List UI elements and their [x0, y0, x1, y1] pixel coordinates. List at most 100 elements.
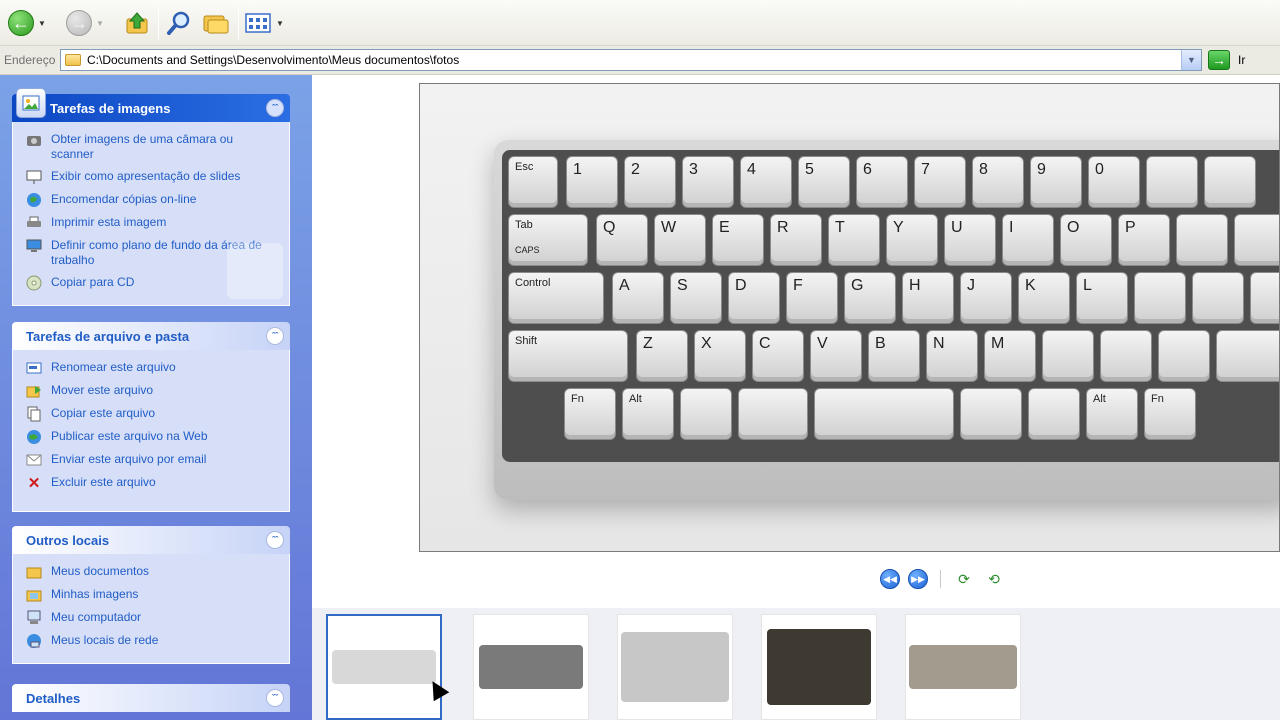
task-delete[interactable]: ✕ Excluir este arquivo [25, 475, 279, 492]
task-label: Copiar este arquivo [51, 406, 156, 420]
other-places-header[interactable]: Outros locais ˆˆ [12, 526, 290, 554]
next-image-button[interactable]: ▶▶ [908, 569, 928, 589]
key [1146, 156, 1198, 208]
key: Z [636, 330, 688, 382]
key: 3 [682, 156, 734, 208]
cd-icon [25, 275, 43, 291]
camera-icon [25, 132, 43, 148]
thumbnail[interactable] [617, 614, 733, 720]
thumbnail[interactable] [473, 614, 589, 720]
network-icon [25, 633, 43, 649]
rotate-counterclockwise-icon[interactable]: ⟲ [983, 570, 1005, 588]
key: Q [596, 214, 648, 266]
globe-icon [25, 192, 43, 208]
key: B [868, 330, 920, 382]
address-bar: Endereço C:\Documents and Settings\Desen… [0, 46, 1280, 75]
filmstrip [312, 608, 1280, 720]
computer-icon [25, 610, 43, 626]
key: W [654, 214, 706, 266]
rename-icon [25, 360, 43, 376]
pictures-folder-icon [25, 587, 43, 603]
go-arrow-icon: → [1208, 50, 1230, 70]
expand-icon[interactable]: ˇˇ [266, 689, 284, 707]
folder-icon [65, 54, 81, 66]
task-label: Mover este arquivo [51, 383, 154, 397]
key: C [752, 330, 804, 382]
delete-icon: ✕ [27, 475, 41, 492]
chevron-down-icon[interactable]: ▼ [38, 19, 46, 28]
thumbnail[interactable] [326, 614, 450, 720]
task-email[interactable]: Enviar este arquivo por email [25, 452, 279, 468]
key: J [960, 272, 1012, 324]
place-network[interactable]: Meus locais de rede [25, 633, 279, 649]
task-order-prints[interactable]: Encomendar cópias on-line [25, 192, 279, 208]
key: 4 [740, 156, 792, 208]
task-print-image[interactable]: Imprimir esta imagem [25, 215, 279, 231]
search-button[interactable] [164, 8, 194, 38]
file-tasks-header[interactable]: Tarefas de arquivo e pasta ˆˆ [12, 322, 290, 350]
key: 7 [914, 156, 966, 208]
thumbnail-image [479, 645, 583, 689]
thumbnail-image [621, 632, 729, 702]
key [1028, 388, 1080, 440]
key: H [902, 272, 954, 324]
up-folder-icon [126, 12, 148, 34]
details-panel: Detalhes ˇˇ [12, 684, 290, 712]
place-my-documents[interactable]: Meus documentos [25, 564, 279, 580]
image-preview[interactable]: Esc 1 2 3 4 5 6 7 8 9 0 Tab CAPS Q W E R … [419, 83, 1280, 552]
key [1158, 330, 1210, 382]
image-tasks-panel: Tarefas de imagens ˆˆ Obter imagens de u… [12, 88, 290, 306]
views-icon [245, 13, 271, 33]
key-shift: Shift [508, 330, 628, 382]
chevron-down-icon[interactable]: ▼ [276, 19, 284, 28]
up-button[interactable] [122, 8, 152, 38]
address-path[interactable]: C:\Documents and Settings\Desenvolviment… [87, 53, 459, 67]
go-button[interactable]: → Ir [1208, 50, 1245, 70]
task-label: Encomendar cópias on-line [51, 192, 197, 206]
task-get-pictures[interactable]: Obter imagens de uma câmara ou scanner [25, 132, 279, 162]
thumbnail[interactable] [761, 614, 877, 720]
back-button[interactable]: ← ▼ [8, 8, 46, 38]
task-slideshow[interactable]: Exibir como apresentação de slides [25, 169, 279, 185]
place-label: Meu computador [51, 610, 142, 624]
key: I [1002, 214, 1054, 266]
details-header[interactable]: Detalhes ˇˇ [12, 684, 290, 712]
toolbar-separator [158, 6, 159, 40]
forward-button[interactable]: → ▼ [66, 8, 104, 38]
collapse-icon[interactable]: ˆˆ [266, 531, 284, 549]
task-copy[interactable]: Copiar este arquivo [25, 406, 279, 422]
folders-button[interactable] [201, 8, 231, 38]
rotate-clockwise-icon[interactable]: ⟳ [953, 570, 975, 588]
task-pane: Tarefas de imagens ˆˆ Obter imagens de u… [0, 75, 312, 720]
image-tasks-header[interactable]: Tarefas de imagens ˆˆ [12, 88, 290, 122]
address-input[interactable]: C:\Documents and Settings\Desenvolviment… [60, 49, 1202, 71]
toolbar-separator [238, 6, 239, 40]
task-label: Obter imagens de uma câmara ou scanner [51, 132, 234, 161]
forward-arrow-icon: → [66, 10, 92, 36]
thumbnail[interactable] [905, 614, 1021, 720]
chevron-down-icon: ▼ [96, 18, 104, 28]
previous-image-button[interactable]: ◀◀ [880, 569, 900, 589]
chevron-down-icon[interactable]: ▼ [1181, 50, 1201, 70]
key: T [828, 214, 880, 266]
key: U [944, 214, 996, 266]
views-button[interactable]: ▼ [244, 8, 284, 38]
key: X [694, 330, 746, 382]
task-rename[interactable]: Renomear este arquivo [25, 360, 279, 376]
toolbar: ← ▼ → ▼ ▼ [0, 0, 1280, 46]
collapse-icon[interactable]: ˆˆ [266, 327, 284, 345]
place-my-computer[interactable]: Meu computador [25, 610, 279, 626]
task-publish-web[interactable]: Publicar este arquivo na Web [25, 429, 279, 445]
key-alt: Alt [1086, 388, 1138, 440]
details-title: Detalhes [26, 690, 81, 706]
collapse-icon[interactable]: ˆˆ [266, 99, 284, 117]
thumbnail-image [332, 650, 436, 684]
publish-icon [25, 429, 43, 445]
key [1042, 330, 1094, 382]
key [1234, 214, 1279, 266]
email-icon [25, 452, 43, 468]
task-label: Excluir este arquivo [51, 475, 156, 489]
task-move[interactable]: Mover este arquivo [25, 383, 279, 399]
place-my-pictures[interactable]: Minhas imagens [25, 587, 279, 603]
search-icon [167, 11, 190, 35]
